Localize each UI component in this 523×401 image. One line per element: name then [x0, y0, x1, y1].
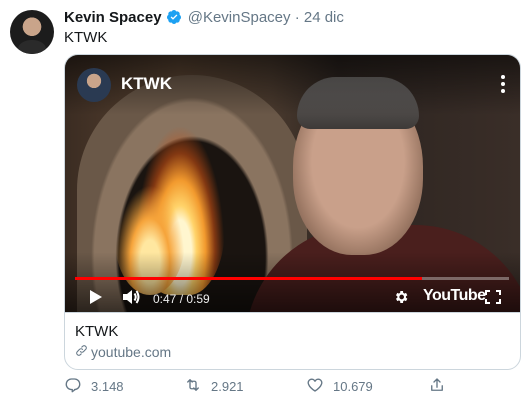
card-info[interactable]: KTWK youtube.com [65, 312, 520, 369]
fullscreen-icon[interactable] [485, 287, 501, 307]
reply-button[interactable]: 3.148 [64, 376, 124, 397]
reply-icon [64, 376, 82, 397]
youtube-card[interactable]: KTWK 0:47 / 0:59 YouTube KTWK youtube.co… [64, 54, 521, 370]
like-count: 10.679 [333, 379, 373, 394]
youtube-logo[interactable]: YouTube [423, 287, 486, 305]
like-button[interactable]: 10.679 [306, 376, 373, 397]
video-title[interactable]: KTWK [121, 74, 172, 94]
video-player[interactable]: KTWK 0:47 / 0:59 YouTube [65, 55, 520, 312]
card-title: KTWK [75, 323, 119, 340]
tweet-text: KTWK [64, 29, 108, 46]
reply-count: 3.148 [91, 379, 124, 394]
progress-fill [75, 277, 423, 280]
header-separator: · [294, 9, 300, 26]
retweet-count: 2.921 [211, 379, 244, 394]
share-button[interactable] [428, 376, 446, 397]
tweet-date[interactable]: 24 dic [304, 9, 344, 26]
volume-icon[interactable] [121, 287, 141, 307]
card-domain: youtube.com [91, 344, 172, 360]
tweet-actions: 3.148 2.921 10.679 [64, 376, 444, 396]
retweet-icon [184, 376, 202, 397]
progress-bar[interactable] [75, 277, 509, 280]
video-time: 0:47 / 0:59 [153, 292, 210, 306]
tweet-header: Kevin Spacey @KevinSpacey · 24 dic [64, 8, 344, 28]
gear-icon[interactable] [393, 287, 409, 307]
verified-badge-icon [166, 9, 182, 25]
author-handle[interactable]: @KevinSpacey [188, 9, 291, 26]
channel-avatar[interactable] [77, 68, 111, 102]
retweet-button[interactable]: 2.921 [184, 376, 244, 397]
card-domain-row: youtube.com [75, 344, 171, 360]
play-icon[interactable] [89, 287, 103, 307]
share-icon [428, 376, 446, 397]
like-icon [306, 376, 324, 397]
author-name[interactable]: Kevin Spacey [64, 9, 162, 26]
author-avatar[interactable] [10, 10, 54, 54]
link-icon [75, 344, 88, 360]
kebab-menu-icon[interactable] [500, 75, 506, 95]
